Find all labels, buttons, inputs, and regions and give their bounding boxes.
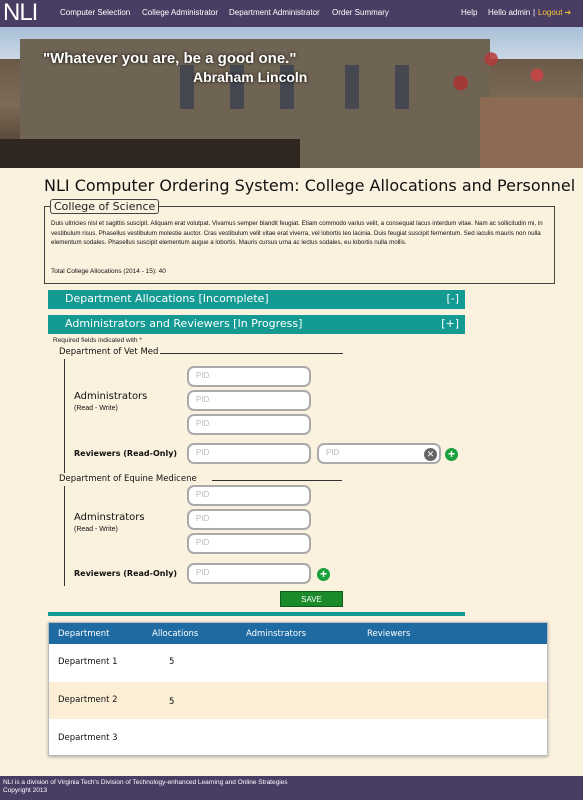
college-name: College of Science: [50, 199, 160, 214]
header-reviewers[interactable]: Reviewers: [367, 629, 410, 639]
administrators-sublabel: (Read - Write): [74, 526, 118, 533]
department-name: Department of Vet Med: [59, 347, 159, 357]
hero-building-right: [480, 97, 583, 168]
hero-quote-author: Abraham Lincoln: [193, 69, 308, 85]
clear-icon[interactable]: ✕: [424, 448, 437, 461]
reviewers-label: Reviewers (Read-Only): [74, 449, 178, 458]
hero-window: [180, 65, 194, 109]
hero-window: [395, 65, 409, 109]
cell-department: Department 3: [58, 733, 118, 743]
reviewer-pid-input[interactable]: PID: [187, 563, 311, 584]
footer: NLI is a division of Virginia Tech's Div…: [0, 776, 583, 800]
page-title: NLI Computer Ordering System: College Al…: [44, 176, 576, 195]
cell-department: Department 1: [58, 657, 118, 667]
hero-quote: "Whatever you are, be a good one.": [43, 50, 297, 67]
expand-toggle[interactable]: [+]: [441, 317, 459, 330]
hero-archway: [0, 139, 300, 168]
section-divider: [48, 612, 465, 616]
nav-help[interactable]: Help: [461, 8, 477, 17]
fieldset-border: [212, 480, 342, 481]
fieldset-border: [160, 353, 343, 354]
top-nav: NLI Computer Selection College Administr…: [0, 0, 583, 27]
nav-department-administrator[interactable]: Department Administrator: [229, 8, 320, 17]
header-administrators[interactable]: Adminstrators: [246, 629, 306, 639]
nav-separator: |: [533, 8, 536, 17]
college-total-allocations: Total College Allocations (2014 - 15): 4…: [51, 268, 166, 275]
collapse-toggle[interactable]: [-]: [446, 292, 459, 305]
reviewer-pid-input[interactable]: PID: [187, 443, 311, 464]
accordion-department-allocations[interactable]: Department Allocations [Incomplete] [-]: [48, 290, 465, 309]
admin-pid-input[interactable]: PID: [187, 390, 311, 411]
administrators-label: Administrators: [74, 391, 148, 402]
admin-pid-input[interactable]: PID: [187, 533, 311, 554]
cell-allocations: 5: [169, 697, 175, 707]
nav-computer-selection[interactable]: Computer Selection: [60, 8, 130, 17]
table-row[interactable]: Department 1 5: [49, 644, 547, 681]
nav-college-administrator[interactable]: College Administrator: [142, 8, 218, 17]
cell-department: Department 2: [58, 695, 118, 705]
admin-pid-input[interactable]: PID: [187, 485, 311, 506]
logout-link[interactable]: Logout ➔: [538, 8, 571, 17]
nav-order-summary[interactable]: Order Summary: [332, 8, 389, 17]
department-name: Department of Equine Medicene: [59, 474, 197, 484]
logout-label: Logout: [538, 8, 563, 17]
table-header: Department Allocations Adminstrators Rev…: [49, 623, 547, 644]
admin-pid-input[interactable]: PID: [187, 366, 311, 387]
cell-allocations: 5: [169, 657, 175, 667]
add-icon[interactable]: +: [445, 448, 458, 461]
hero-banner: "Whatever you are, be a good one." Abrah…: [0, 27, 583, 168]
required-note: Required fields indicated with *: [53, 337, 142, 344]
fieldset-border: [64, 359, 65, 473]
accordion-label: Administrators and Reviewers [In Progres…: [65, 317, 303, 330]
footer-copyright: Copyright 2013: [3, 787, 48, 794]
header-department[interactable]: Department: [58, 629, 109, 639]
table-row[interactable]: Department 2 5: [49, 682, 547, 719]
save-button[interactable]: SAVE: [280, 591, 343, 607]
logout-icon: ➔: [564, 8, 572, 17]
hero-tree: [430, 27, 583, 107]
administrators-sublabel: (Read - Write): [74, 405, 118, 412]
fieldset-border: [64, 486, 65, 586]
college-description: Duis ultricies nisl et sagittis suscipit…: [51, 220, 543, 247]
reviewer-pid-input[interactable]: PID: [317, 443, 441, 464]
accordion-label: Department Allocations [Incomplete]: [65, 292, 269, 305]
administrators-label: Adminstrators: [74, 512, 145, 523]
add-icon[interactable]: +: [317, 568, 330, 581]
reviewers-label: Reviewers (Read-Only): [74, 569, 178, 578]
fieldset-border: [152, 206, 555, 207]
logo[interactable]: NLI: [3, 1, 38, 25]
footer-division: NLI is a division of Virginia Tech's Div…: [3, 779, 288, 786]
hero-window: [345, 65, 359, 109]
header-allocations[interactable]: Allocations: [152, 629, 198, 639]
table-row[interactable]: Department 3: [49, 720, 547, 757]
admin-pid-input[interactable]: PID: [187, 414, 311, 435]
accordion-administrators-reviewers[interactable]: Administrators and Reviewers [In Progres…: [48, 315, 465, 334]
greeting: Hello admin: [488, 8, 531, 17]
allocations-table: Department Allocations Adminstrators Rev…: [48, 622, 548, 756]
admin-pid-input[interactable]: PID: [187, 509, 311, 530]
